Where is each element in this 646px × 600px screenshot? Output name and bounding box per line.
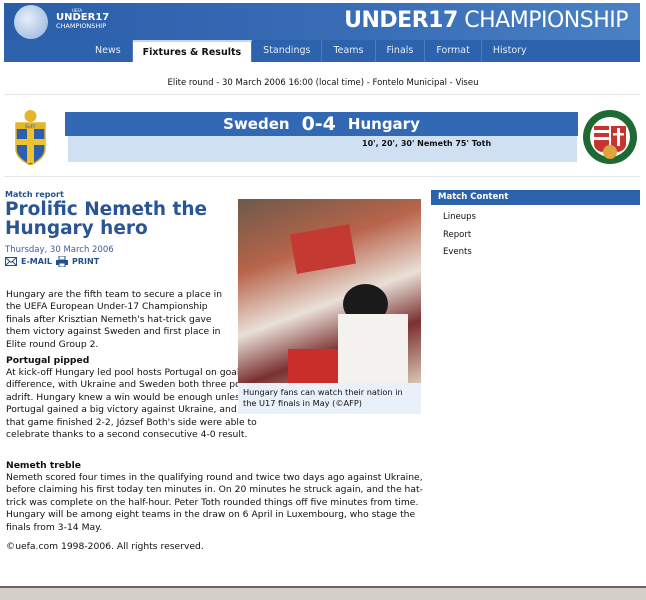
print-link[interactable]: PRINT <box>72 257 99 266</box>
photo-detail <box>289 224 357 274</box>
section-heading: Nemeth treble <box>6 460 81 471</box>
match-info: Elite round - 30 March 2006 16:00 (local… <box>167 78 479 88</box>
divider <box>4 176 640 177</box>
tab-history[interactable]: History <box>482 40 538 62</box>
email-icon[interactable] <box>5 257 17 266</box>
hungary-crest-icon <box>583 110 637 164</box>
crest-lettering: SvFF <box>25 124 36 130</box>
tab-standings[interactable]: Standings <box>252 40 323 62</box>
final-score: 0-4 <box>301 113 336 135</box>
tab-news[interactable]: News <box>84 40 133 62</box>
tab-finals[interactable]: Finals <box>376 40 426 62</box>
browser-status-bar <box>0 588 646 600</box>
article-kicker: Match report <box>5 190 64 199</box>
sidebar-item-report[interactable]: Report <box>443 230 471 240</box>
copyright: ©uefa.com 1998-2006. All rights reserved… <box>6 541 204 552</box>
goal-scorers: 10', 20', 30' Nemeth 75' Toth <box>362 139 492 148</box>
fans-photo <box>238 199 421 383</box>
site-title: UNDER17 CHAMPIONSHIP <box>344 8 628 33</box>
article-headline: Prolific Nemeth the Hungary hero <box>5 199 208 239</box>
article-date: Thursday, 30 March 2006 <box>5 245 114 255</box>
section-text: At kick-off Hungary led pool hosts Portu… <box>6 367 258 441</box>
sweden-crest-icon: SvFF <box>15 110 46 165</box>
tab-format[interactable]: Format <box>425 40 482 62</box>
article-intro: Hungary are the fifth team to secure a p… <box>6 289 223 350</box>
logo-sub: CHAMPIONSHIP <box>56 22 107 30</box>
score-bar: Sweden 0-4 Hungary <box>65 112 578 136</box>
scorers-strip <box>68 136 577 162</box>
tab-fixtures-results[interactable]: Fixtures & Results <box>132 40 253 62</box>
tab-teams[interactable]: Teams <box>322 40 376 62</box>
section-heading: Portugal pipped <box>6 355 90 366</box>
print-icon[interactable] <box>56 256 69 267</box>
site-banner: UEFA UNDER17 CHAMPIONSHIP UNDER17 CHAMPI… <box>4 3 640 40</box>
photo-caption: Hungary fans can watch their nation in t… <box>238 383 421 414</box>
site-logo[interactable]: UEFA UNDER17 CHAMPIONSHIP <box>56 9 109 30</box>
main-nav: News Fixtures & Results Standings Teams … <box>4 40 640 62</box>
email-link[interactable]: E-MAIL <box>21 257 52 266</box>
title-light: CHAMPIONSHIP <box>464 8 628 33</box>
logo-ball-icon <box>14 5 48 39</box>
away-team[interactable]: Hungary <box>348 115 420 133</box>
divider <box>4 94 640 95</box>
section-text: Nemeth scored four times in the qualifyi… <box>6 472 423 533</box>
title-bold: UNDER17 <box>344 8 458 33</box>
sidebar-item-lineups[interactable]: Lineups <box>443 212 476 222</box>
sidebar-item-events[interactable]: Events <box>443 247 472 257</box>
photo-detail <box>288 349 338 383</box>
photo-detail <box>338 314 408 383</box>
home-team[interactable]: Sweden <box>223 115 289 133</box>
match-content-header: Match Content <box>431 190 640 205</box>
article-actions: E-MAIL PRINT <box>5 256 99 267</box>
